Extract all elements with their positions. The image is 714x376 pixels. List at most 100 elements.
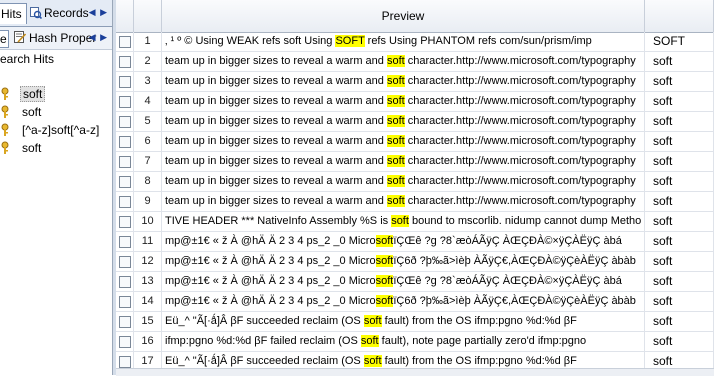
table-row[interactable]: 4 team up in bigger sizes to reveal a war… (116, 92, 714, 112)
row-preview[interactable]: team up in bigger sizes to reveal a warm… (162, 152, 645, 171)
preview-hit-highlight: soft (386, 175, 405, 187)
row-preview[interactable]: ‚ ¹ º © Using WEAK refs soft Using SOFT … (162, 32, 645, 51)
tab-hash-properties[interactable]: Hash Proper (14, 30, 96, 46)
table-row[interactable]: 6 team up in bigger sizes to reveal a war… (116, 132, 714, 152)
row-number: 7 (134, 152, 162, 171)
tab-scroll-arrows[interactable]: ◀ ▶ (89, 7, 108, 18)
row-checkbox[interactable] (119, 56, 131, 68)
table-row[interactable]: 13 mp@±1€ « ž À @hÄ Ä 2 3 4 ps_2 _0 Micr… (116, 272, 714, 292)
row-checkbox[interactable] (119, 276, 131, 288)
header-number-column[interactable] (134, 0, 162, 32)
tree-item[interactable]: soft (0, 86, 46, 103)
preview-after: fault) from the OS ifmp:pgno %d:%d βF (381, 355, 577, 367)
row-term: SOFT (645, 32, 714, 51)
row-checkbox-cell (116, 92, 134, 111)
preview-hit-highlight: soft (391, 215, 409, 227)
row-term: soft (645, 152, 714, 171)
row-checkbox[interactable] (119, 136, 131, 148)
row-checkbox[interactable] (119, 256, 131, 268)
row-checkbox[interactable] (119, 216, 131, 228)
tree-item[interactable]: soft (0, 104, 43, 121)
row-term: soft (645, 92, 714, 111)
preview-after: ïÇŒê ?g ?8`æòÁÃÿÇ ÀŒÇÐÀ©×ÿÇÀËÿÇ àbá (393, 235, 622, 247)
table-row[interactable]: 16 ifmp:pgno %d:%d βF failed reclaim (OS … (116, 332, 714, 352)
key-icon (1, 87, 9, 100)
preview-hit-highlight: soft (386, 155, 405, 167)
row-preview[interactable]: mp@±1€ « ž À @hÄ Ä 2 3 4 ps_2 _0 Microso… (162, 272, 645, 291)
row-number: 13 (134, 272, 162, 291)
hash-properties-icon (14, 31, 26, 43)
results-grid: Preview 1 ‚ ¹ º © Using WEAK refs soft U… (116, 0, 714, 376)
preview-hit-highlight: soft (363, 355, 382, 367)
row-preview[interactable]: mp@±1€ « ž À @hÄ Ä 2 3 4 ps_2 _0 Microso… (162, 292, 645, 311)
row-checkbox[interactable] (119, 36, 131, 48)
table-row[interactable]: 1 ‚ ¹ º © Using WEAK refs soft Using SOF… (116, 32, 714, 52)
table-row[interactable]: 3 team up in bigger sizes to reveal a war… (116, 72, 714, 92)
preview-hit-highlight: soft (375, 255, 394, 267)
row-preview[interactable]: team up in bigger sizes to reveal a warm… (162, 112, 645, 131)
row-preview[interactable]: mp@±1€ « ž À @hÄ Ä 2 3 4 ps_2 _0 Microso… (162, 232, 645, 251)
table-row[interactable]: 8 team up in bigger sizes to reveal a war… (116, 172, 714, 192)
row-preview[interactable]: TIVE HEADER *** NativeInfo Assembly %S i… (162, 212, 645, 231)
row-number: 8 (134, 172, 162, 191)
row-number: 11 (134, 232, 162, 251)
row-checkbox[interactable] (119, 196, 131, 208)
row-checkbox[interactable] (119, 296, 131, 308)
preview-hit-highlight: soft (386, 135, 405, 147)
row-preview[interactable]: team up in bigger sizes to reveal a warm… (162, 72, 645, 91)
row-number: 15 (134, 312, 162, 331)
row-checkbox[interactable] (119, 96, 131, 108)
row-checkbox-cell (116, 172, 134, 191)
row-term: soft (645, 272, 714, 291)
row-checkbox[interactable] (119, 356, 131, 368)
preview-after: bound to mscorlib. nidump cannot dump Me… (408, 215, 642, 227)
row-preview[interactable]: team up in bigger sizes to reveal a warm… (162, 52, 645, 71)
table-row[interactable]: 5 team up in bigger sizes to reveal a war… (116, 112, 714, 132)
preview-before: Eü_^ "Ã[·ǻ]Â βF succeeded reclaim (OS (165, 315, 364, 327)
tree-item[interactable]: [^a-z]soft[^a-z] (0, 122, 101, 139)
row-preview[interactable]: ifmp:pgno %d:%d βF failed reclaim (OS so… (162, 332, 645, 351)
row-term: soft (645, 312, 714, 331)
row-checkbox[interactable] (119, 116, 131, 128)
table-row[interactable]: 9 team up in bigger sizes to reveal a war… (116, 192, 714, 212)
row-number: 16 (134, 332, 162, 351)
tree-item[interactable]: soft (0, 140, 43, 157)
table-row[interactable]: 7 team up in bigger sizes to reveal a war… (116, 152, 714, 172)
subtab-scroll-arrows[interactable]: ◀ ▶ (89, 32, 108, 43)
row-checkbox[interactable] (119, 236, 131, 248)
tree-item-label: soft (22, 141, 42, 155)
header-term-column[interactable] (645, 0, 714, 32)
preview-before: team up in bigger sizes to reveal a warm… (165, 75, 387, 87)
header-check-column[interactable] (116, 0, 134, 32)
preview-before: mp@±1€ « ž À @hÄ Ä 2 3 4 ps_2 _0 Micro (165, 255, 376, 267)
row-term: soft (645, 332, 714, 351)
table-row[interactable]: 2 team up in bigger sizes to reveal a war… (116, 52, 714, 72)
table-row[interactable]: 11 mp@±1€ « ž À @hÄ Ä 2 3 4 ps_2 _0 Micr… (116, 232, 714, 252)
table-row[interactable]: 14 mp@±1€ « ž À @hÄ Ä 2 3 4 ps_2 _0 Micr… (116, 292, 714, 312)
preview-before: team up in bigger sizes to reveal a warm… (165, 155, 387, 167)
row-checkbox[interactable] (119, 316, 131, 328)
table-row[interactable]: 10 TIVE HEADER *** NativeInfo Assembly %S… (116, 212, 714, 232)
row-preview[interactable]: team up in bigger sizes to reveal a warm… (162, 132, 645, 151)
table-row[interactable]: 15 Eü_^ "Ã[·ǻ]Â βF succeeded reclaim (OS … (116, 312, 714, 332)
preview-before: mp@±1€ « ž À @hÄ Ä 2 3 4 ps_2 _0 Micro (165, 275, 376, 287)
row-checkbox[interactable] (119, 336, 131, 348)
row-preview[interactable]: team up in bigger sizes to reveal a warm… (162, 172, 645, 191)
row-checkbox[interactable] (119, 76, 131, 88)
row-checkbox-cell (116, 152, 134, 171)
row-checkbox[interactable] (119, 176, 131, 188)
row-checkbox-cell (116, 32, 134, 51)
sub-tab-e[interactable]: e (0, 30, 9, 48)
table-row[interactable]: 12 mp@±1€ « ž À @hÄ Ä 2 3 4 ps_2 _0 Micr… (116, 252, 714, 272)
row-term: soft (645, 232, 714, 251)
row-preview[interactable]: team up in bigger sizes to reveal a warm… (162, 92, 645, 111)
key-icon (1, 141, 9, 154)
preview-after: ïÇ6ð ?þ‰ã>ìèþ ÀÃÿÇ€,ÀŒÇÐÀ©ÿÇèÀËÿÇ àbàb (393, 295, 636, 307)
tab-hits[interactable]: Hits (0, 3, 27, 24)
row-preview[interactable]: mp@±1€ « ž À @hÄ Ä 2 3 4 ps_2 _0 Microso… (162, 252, 645, 271)
row-number: 6 (134, 132, 162, 151)
row-preview[interactable]: Eü_^ "Ã[·ǻ]Â βF succeeded reclaim (OS so… (162, 312, 645, 331)
row-preview[interactable]: team up in bigger sizes to reveal a warm… (162, 192, 645, 211)
header-preview[interactable]: Preview (162, 0, 645, 32)
row-checkbox[interactable] (119, 156, 131, 168)
